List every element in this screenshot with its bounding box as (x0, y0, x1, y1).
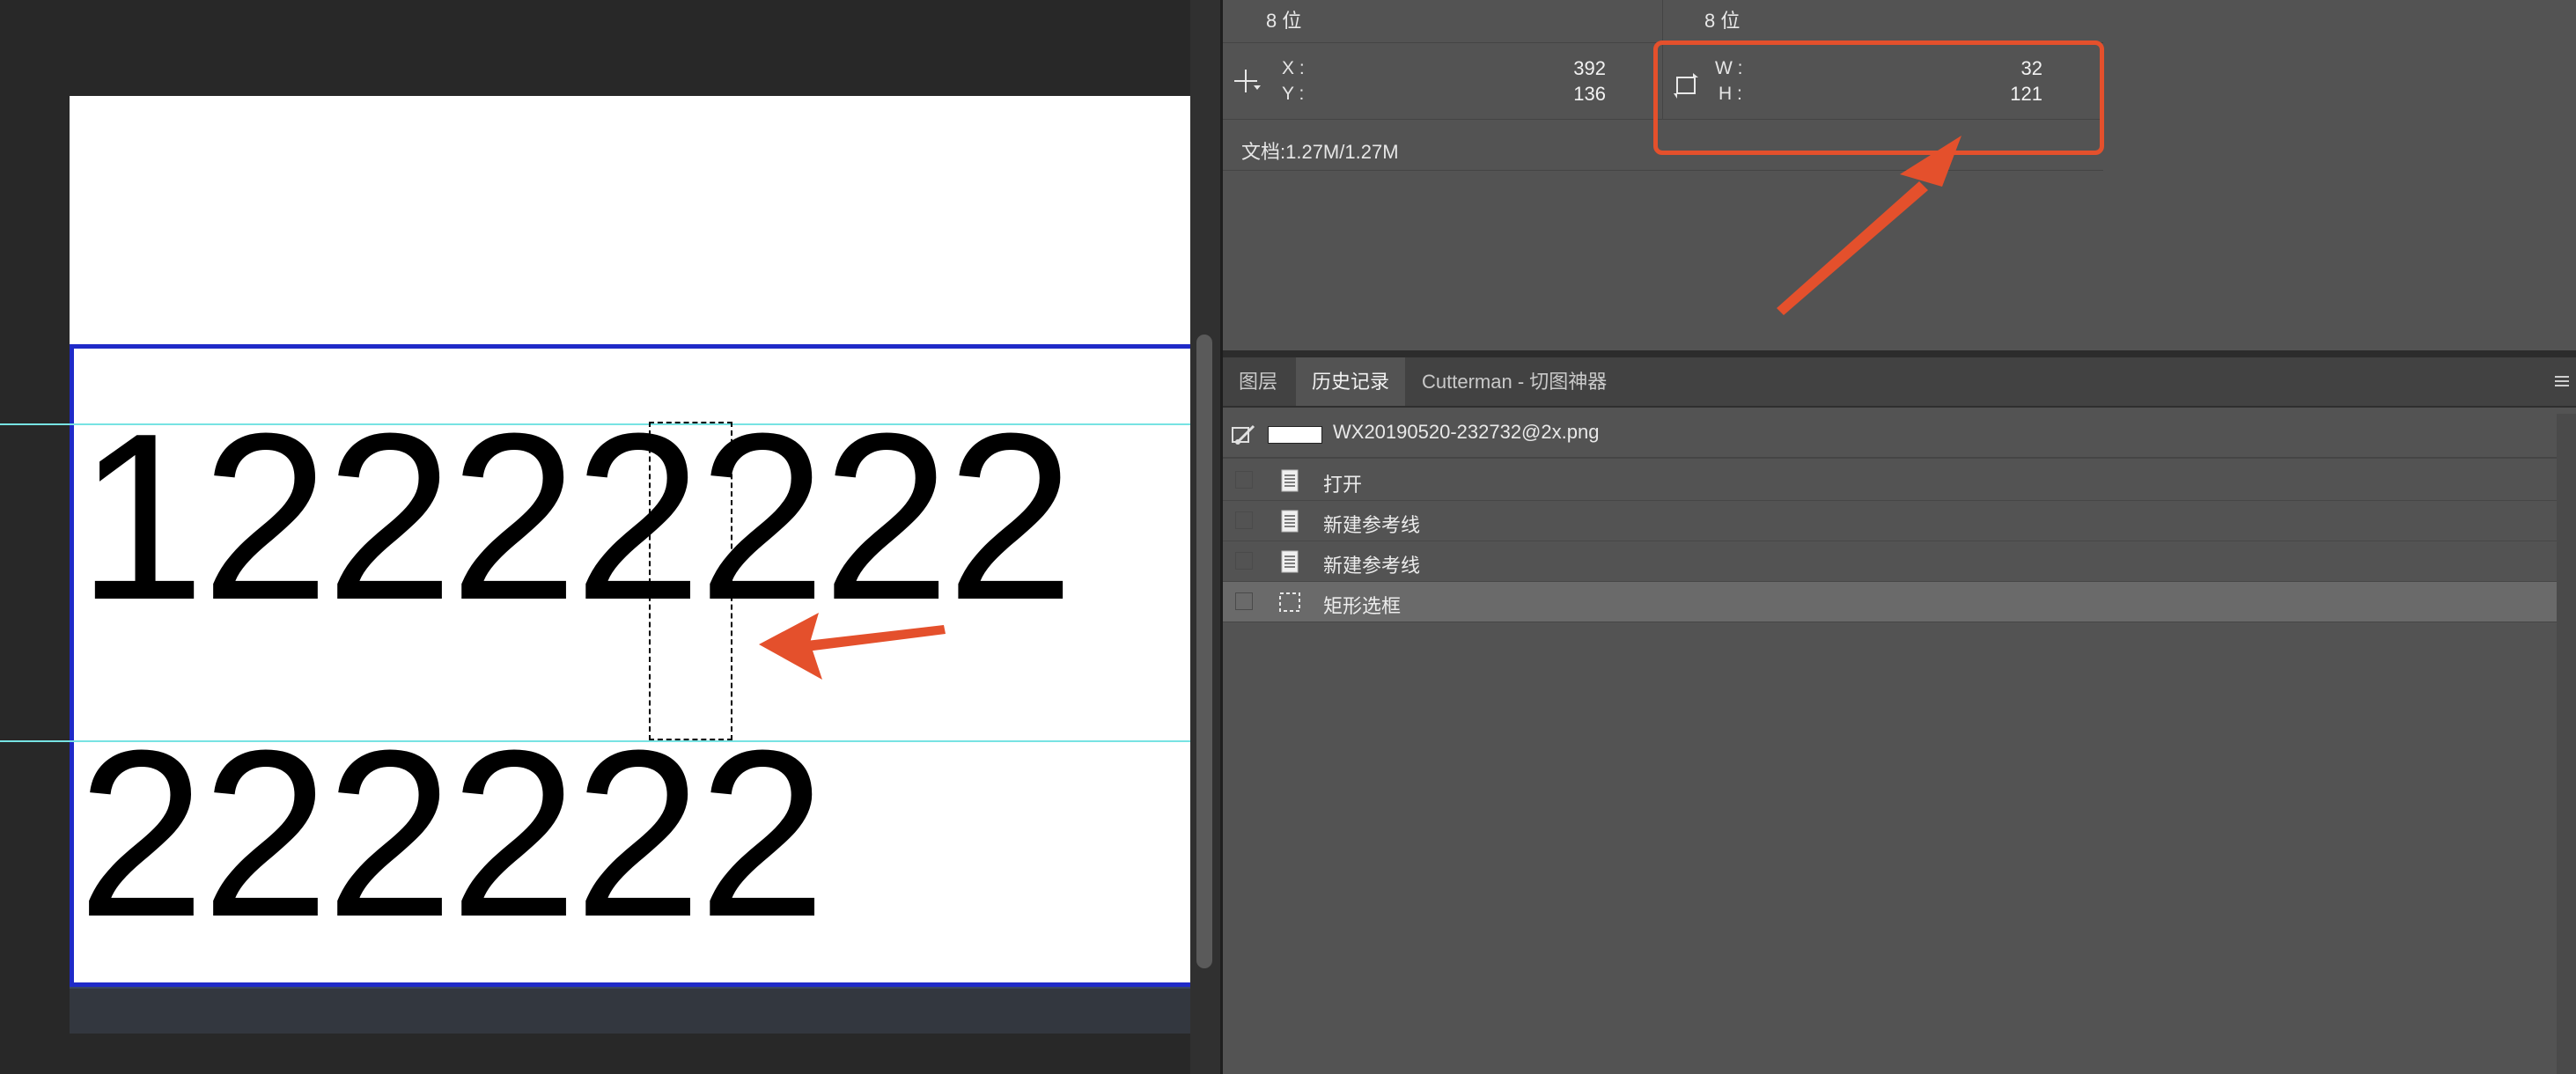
document-canvas-area[interactable]: 12222222 222222 (0, 0, 1190, 1074)
document-icon (1281, 469, 1299, 492)
history-step-label: 新建参考线 (1323, 514, 1421, 536)
history-scrollbar[interactable] (2557, 414, 2576, 1074)
y-label: Y : (1282, 84, 1305, 104)
history-step-label: 新建参考线 (1323, 555, 1421, 577)
snapshot-thumbnail (1268, 426, 1322, 444)
canvas-bottom-strip (70, 986, 1190, 1034)
document-icon (1281, 550, 1299, 573)
annotation-arrow-up-right-icon (1777, 136, 1961, 315)
tab-history[interactable]: 历史记录 (1296, 357, 1406, 406)
history-brush-icon[interactable] (1231, 423, 1257, 447)
history-step-selected[interactable]: 矩形选框 (1223, 582, 2557, 622)
snapshot-name: WX20190520-232732@2x.png (1333, 421, 1600, 443)
rectangular-marquee-selection[interactable] (649, 422, 732, 740)
history-step[interactable]: 新建参考线 (1223, 501, 2557, 541)
panel-tab-bar: 图层 历史记录 Cutterman - 切图神器 (1223, 357, 2576, 408)
tab-layers[interactable]: 图层 (1223, 357, 1293, 406)
crosshair-icon (1234, 70, 1261, 92)
history-toggle[interactable] (1235, 471, 1253, 489)
history-step-label: 矩形选框 (1323, 595, 1402, 617)
history-toggle[interactable] (1235, 592, 1253, 610)
guide-line-top[interactable] (0, 423, 1190, 425)
marquee-icon (1279, 592, 1300, 612)
history-step[interactable]: 新建参考线 (1223, 541, 2557, 582)
y-value: 136 (1573, 83, 1606, 105)
panel-menu-icon[interactable] (2553, 373, 2571, 391)
annotation-arrow-left-icon (759, 613, 946, 680)
scrollbar-thumb[interactable] (1196, 335, 1212, 968)
history-step[interactable]: 打开 (1223, 460, 2557, 501)
panel-separator (1223, 350, 2576, 357)
history-toggle[interactable] (1235, 511, 1253, 529)
bit-depth-left: 8 位 (1266, 10, 1302, 32)
guide-line-bottom[interactable] (0, 740, 1190, 742)
document-icon (1281, 510, 1299, 533)
x-value: 392 (1573, 57, 1606, 79)
tab-cutterman[interactable]: Cutterman - 切图神器 (1406, 357, 1623, 406)
document-size-readout: 文档:1.27M/1.27M (1241, 141, 1399, 163)
x-label: X : (1282, 58, 1305, 78)
bit-depth-right: 8 位 (1704, 10, 1741, 32)
canvas-text-row-2: 222222 (77, 702, 826, 967)
history-step-label: 打开 (1323, 474, 1363, 496)
history-toggle[interactable] (1235, 552, 1253, 570)
